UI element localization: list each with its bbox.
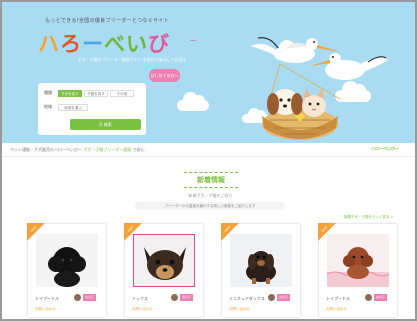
- search-panel: 種類 子犬を探す 子猫を探す その他 地域 地域を選ぶ Q 検索: [38, 83, 146, 135]
- logo-char: べい: [104, 32, 148, 56]
- pet-tag: 女の子: [83, 294, 96, 301]
- pet-photo[interactable]: [230, 234, 292, 287]
- cloud-decoration: [177, 92, 209, 111]
- red-poodle-image: [327, 234, 389, 287]
- info-bar: ペット通販・子犬販売のハローべいびー 子犬・子猫ブリーダー直販 で安心 ハローべ…: [2, 143, 415, 157]
- site-logo[interactable]: ハろーべいび: [38, 28, 170, 58]
- pet-breed: トイプードル: [326, 296, 350, 301]
- pet-tag: 男の子: [180, 294, 193, 301]
- stork-basket-illustration: [250, 37, 388, 140]
- pet-price: お問い合わせ: [326, 307, 347, 311]
- search-row-label: 地域: [44, 104, 52, 109]
- more-new-arrivals-link[interactable]: 新着子犬・子猫をもっと見る >: [344, 215, 394, 220]
- pet-photo[interactable]: [36, 234, 98, 287]
- chihuahua-mix-image: [134, 235, 194, 286]
- puppy-icon: [267, 89, 303, 115]
- pet-price: お問い合わせ: [35, 307, 56, 311]
- pet-photo[interactable]: [327, 234, 389, 287]
- pet-card[interactable]: NEW トイプードル 女の子 お問い合わせ: [318, 223, 397, 317]
- site-tagline: もっとできる!全国の優良ブリーダーとつなぐサイト: [45, 18, 169, 24]
- brand-mark[interactable]: ハローべいびー: [371, 146, 399, 152]
- gender-icon: [171, 294, 178, 301]
- search-row-area: 地域 地域を選ぶ: [44, 103, 90, 111]
- search-option-other[interactable]: その他: [110, 89, 134, 97]
- pet-price: お問い合わせ: [132, 307, 153, 311]
- gender-icon: [74, 294, 81, 301]
- gender-icon: [365, 294, 372, 301]
- black-poodle-image: [36, 234, 98, 287]
- hero-banner: もっとできる!全国の優良ブリーダーとつなぐサイト ハろーべいび ー 子犬・子猫の…: [2, 2, 415, 143]
- info-link[interactable]: 子犬・子猫ブリーダー直販: [83, 147, 131, 152]
- news-subtitle: 新着子犬・子猫をご紹介: [188, 193, 233, 198]
- kitten-icon: [302, 88, 326, 117]
- info-text-pre: ペット通販・子犬販売のハローべいびー: [10, 147, 82, 152]
- pet-breed: ミックス: [132, 296, 148, 301]
- info-text: ペット通販・子犬販売のハローべいびー 子犬・子猫ブリーダー直販 で安心: [10, 147, 145, 153]
- pet-photo[interactable]: [133, 234, 195, 287]
- stork-icon: [310, 53, 388, 80]
- logo-char: び: [148, 32, 170, 56]
- news-description: ブリーダーから直接お届けする新しい家族をご紹介します: [135, 202, 285, 210]
- hero-subline: 子犬・子猫のブリーダー直販サイト 全国から安心してお迎え: [77, 57, 187, 62]
- search-row-type: 種類 子犬を探す 子猫を探す その他: [44, 89, 136, 97]
- page-frame: もっとできる!全国の優良ブリーダーとつなぐサイト ハろーべいび ー 子犬・子猫の…: [0, 0, 417, 321]
- about-badge[interactable]: はじめての方へ: [149, 69, 180, 82]
- logo-char: ろ: [60, 32, 82, 56]
- info-text-post: で安心: [132, 147, 145, 152]
- dachshund-image: [230, 234, 292, 287]
- pet-card[interactable]: NEW ミックス 男の子 お問い合わせ: [124, 223, 203, 317]
- pet-breed: ミニチュアダックス: [229, 296, 265, 301]
- pet-tag: 女の子: [277, 294, 290, 301]
- stork-icon: [250, 37, 340, 63]
- pet-card[interactable]: NEW ミニチュアダックス 女の子 お問い合わせ: [221, 223, 300, 317]
- search-button[interactable]: Q 検索: [70, 119, 141, 130]
- logo-ruby: ー: [190, 38, 197, 45]
- pet-tag: 女の子: [374, 294, 387, 301]
- area-select[interactable]: 地域を選ぶ: [58, 103, 88, 111]
- gender-icon: [268, 294, 275, 301]
- news-title: 新着情報: [184, 172, 238, 188]
- search-row-label: 種類: [44, 90, 52, 95]
- search-option-cat[interactable]: 子猫を探す: [84, 89, 108, 97]
- pet-price: お問い合わせ: [229, 307, 250, 311]
- logo-char: ハ: [38, 32, 60, 56]
- logo-char: ー: [82, 32, 104, 56]
- pet-breed: トイプードル: [35, 296, 59, 301]
- search-option-dog[interactable]: 子犬を探す: [58, 89, 82, 97]
- pet-card[interactable]: NEW トイプードル 女の子 お問い合わせ: [27, 223, 106, 317]
